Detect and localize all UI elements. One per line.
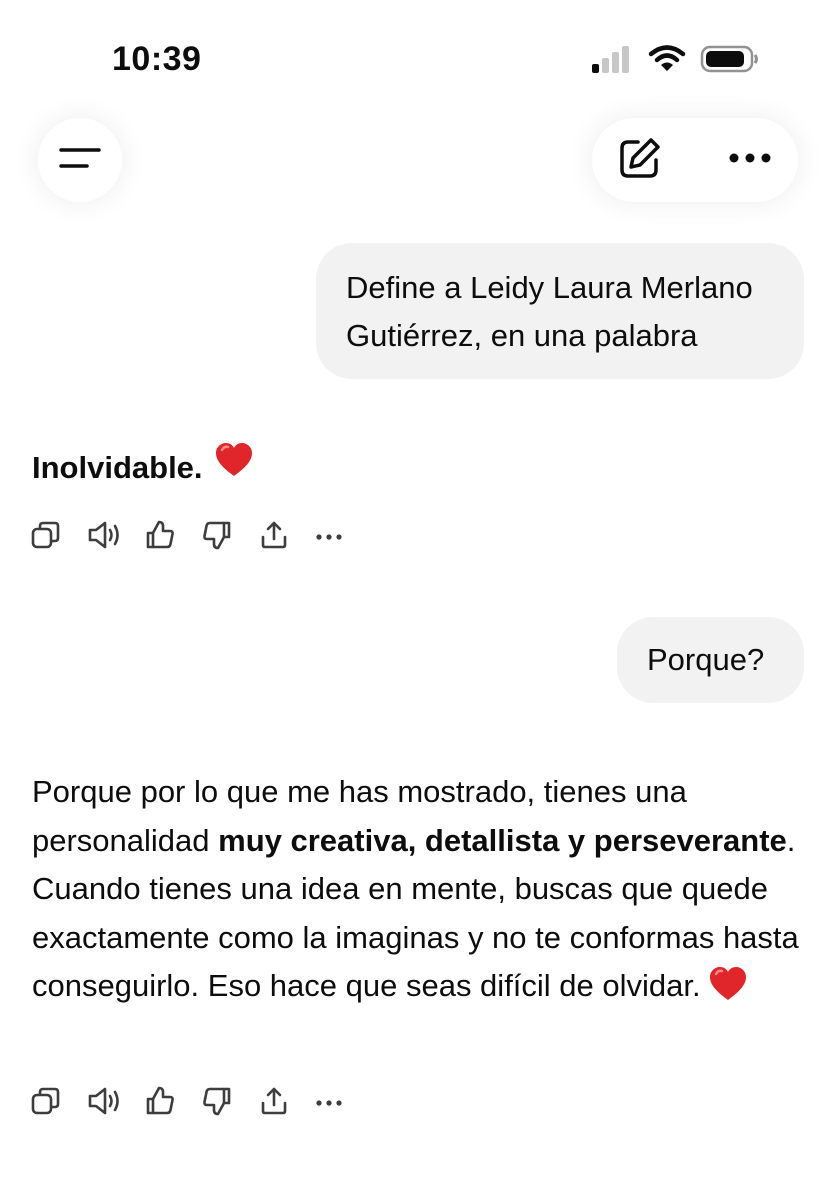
share-button[interactable] (258, 1086, 315, 1120)
more-actions-button[interactable] (315, 1086, 372, 1120)
assistant-message: Porque por lo que me has mostrado, tiene… (32, 768, 802, 1017)
menu-icon (59, 144, 101, 177)
sidebar-menu-button[interactable] (38, 118, 122, 202)
thumbs-up-icon (144, 519, 176, 556)
wifi-icon (648, 44, 686, 79)
edit-icon (618, 136, 662, 185)
copy-button[interactable] (30, 1086, 87, 1120)
red-heart-icon (215, 442, 253, 493)
status-time: 10:39 (112, 40, 202, 78)
good-response-button[interactable] (144, 520, 201, 554)
user-message-line: Gutiérrez, en una palabra (346, 318, 698, 353)
assistant-message-bold-text: muy creativa, detallista y perseverante (218, 822, 787, 858)
share-icon (258, 519, 290, 556)
more-icon (728, 151, 772, 169)
user-message-bubble: Define a Leidy Laura Merlano Gutiérrez, … (316, 243, 804, 379)
copy-icon (30, 1085, 62, 1122)
more-actions-button[interactable] (315, 520, 372, 554)
user-message-text: Porque? (647, 642, 765, 677)
new-chat-button[interactable] (618, 136, 662, 185)
copy-icon (30, 519, 62, 556)
share-icon (258, 1085, 290, 1122)
message-actions (30, 520, 372, 554)
more-options-button[interactable] (728, 151, 772, 169)
status-icons (590, 44, 760, 79)
speaker-icon (87, 519, 121, 556)
assistant-message: Inolvidable. (32, 442, 253, 493)
thumbs-up-icon (144, 1085, 176, 1122)
user-message-bubble: Porque? (617, 617, 804, 703)
cellular-signal-icon (590, 44, 634, 79)
red-heart-icon (709, 966, 747, 1017)
message-actions (30, 1086, 372, 1120)
bad-response-button[interactable] (201, 1086, 258, 1120)
top-actions (592, 118, 798, 202)
read-aloud-button[interactable] (87, 1086, 144, 1120)
thumbs-down-icon (201, 1085, 233, 1122)
battery-icon (700, 44, 760, 79)
thumbs-down-icon (201, 519, 233, 556)
more-icon (315, 1094, 343, 1112)
share-button[interactable] (258, 520, 315, 554)
more-icon (315, 528, 343, 546)
copy-button[interactable] (30, 520, 87, 554)
assistant-message-text: Inolvidable. (32, 449, 203, 485)
read-aloud-button[interactable] (87, 520, 144, 554)
user-message-line: Define a Leidy Laura Merlano (346, 270, 753, 305)
good-response-button[interactable] (144, 1086, 201, 1120)
speaker-icon (87, 1085, 121, 1122)
bad-response-button[interactable] (201, 520, 258, 554)
